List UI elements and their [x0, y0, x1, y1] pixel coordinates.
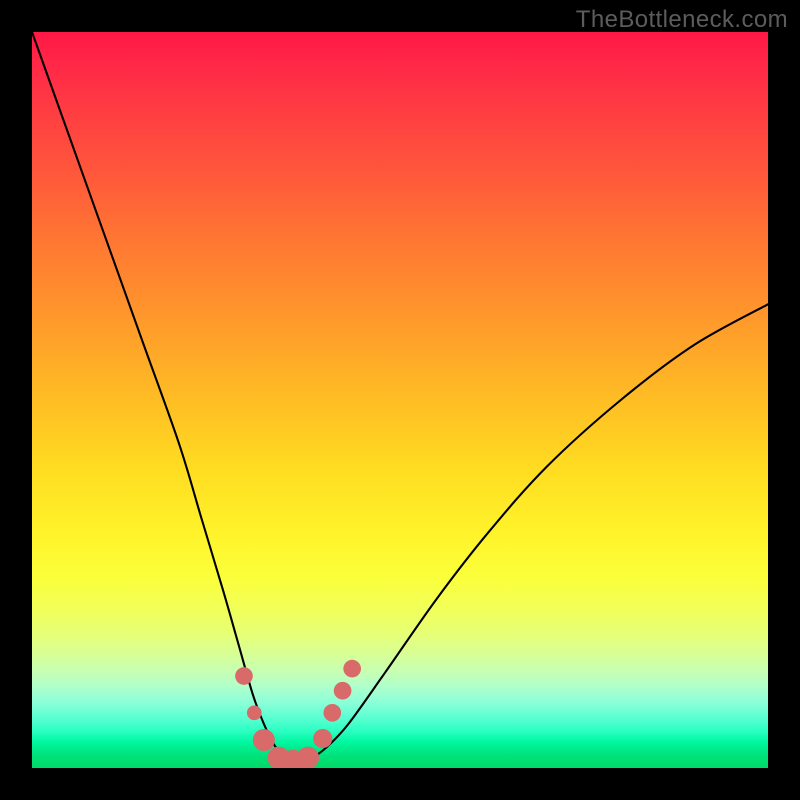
- curve-marker: [297, 747, 319, 768]
- plot-area: [32, 32, 768, 768]
- bottleneck-curve-path: [32, 32, 768, 761]
- curve-markers: [235, 660, 361, 768]
- watermark-text: TheBottleneck.com: [576, 6, 788, 34]
- curve-marker: [334, 682, 352, 700]
- curve-marker: [235, 667, 253, 685]
- curve-marker: [253, 729, 275, 751]
- curve-marker: [323, 704, 341, 722]
- chart-frame: TheBottleneck.com: [0, 0, 800, 800]
- curve-layer: [32, 32, 768, 768]
- curve-marker: [313, 729, 332, 748]
- curve-marker: [247, 705, 262, 720]
- curve-marker: [343, 660, 361, 678]
